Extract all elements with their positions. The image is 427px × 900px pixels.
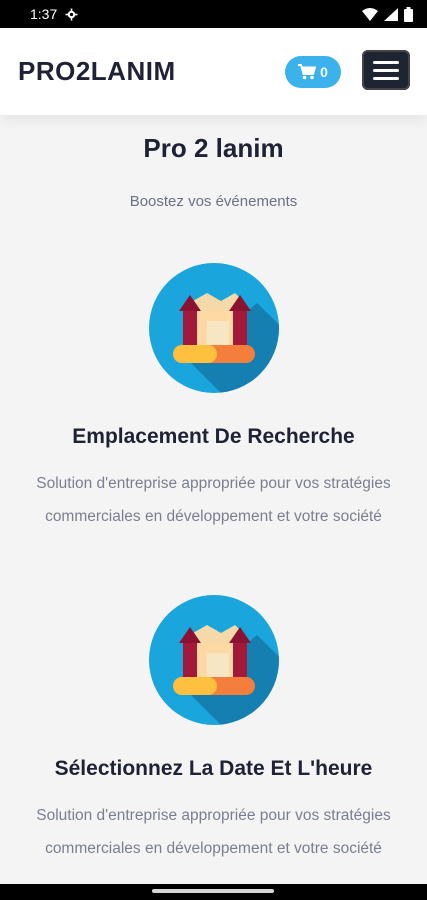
- page-title: Pro 2 lanim: [143, 133, 284, 163]
- site-header: PRO2LANIM 0: [0, 28, 427, 115]
- home-gesture-handle[interactable]: [152, 889, 274, 893]
- feature-description: Solution d'entreprise appropriée pour vo…: [36, 475, 391, 525]
- cart-count: 0: [320, 64, 328, 80]
- cart-button[interactable]: 0: [285, 56, 341, 88]
- cart-icon: [298, 64, 317, 80]
- status-bar: 1:37: [0, 0, 427, 28]
- bouncy-castle-icon: [149, 263, 279, 393]
- page-tagline: Boostez vos événements: [129, 193, 298, 210]
- brand-logo[interactable]: PRO2LANIM: [18, 56, 176, 87]
- settings-gear-icon: [65, 8, 78, 20]
- feature-title: Sélectionnez La Date Et L'heure: [54, 757, 373, 780]
- system-nav-bar: [0, 884, 427, 900]
- battery-icon: [404, 6, 413, 22]
- hamburger-line: [373, 68, 399, 72]
- hamburger-line: [373, 76, 399, 80]
- feature-description: Solution d'entreprise appropriée pour vo…: [36, 807, 391, 857]
- bouncy-castle-icon: [149, 595, 279, 725]
- feature-title: Emplacement De Recherche: [72, 425, 355, 448]
- signal-icon: [384, 7, 398, 21]
- status-time: 1:37: [30, 6, 58, 22]
- wifi-icon: [362, 7, 378, 21]
- menu-button[interactable]: [362, 50, 410, 90]
- hamburger-line: [373, 60, 399, 64]
